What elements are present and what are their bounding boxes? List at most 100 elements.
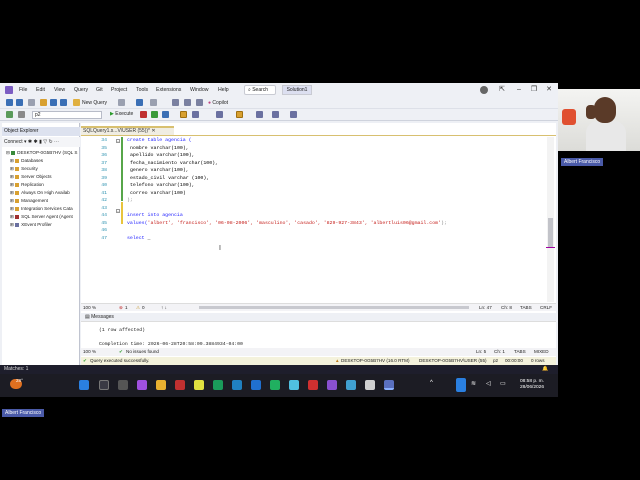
database-select[interactable]: p2 — [32, 111, 102, 119]
query-tab[interactable]: SQLQuery1.s...V\USER (55))* ✕ — [81, 126, 174, 135]
connect-button[interactable]: Connect — [4, 139, 23, 145]
toggle-results-icon[interactable] — [236, 111, 243, 118]
app3-icon[interactable] — [365, 380, 375, 390]
code-line[interactable]: telefono varchar(100), — [130, 183, 195, 188]
warning-icon[interactable]: ⚠ — [136, 304, 140, 311]
zoom-select[interactable]: 100 % — [83, 304, 96, 311]
start-icon[interactable] — [79, 380, 89, 390]
notepad-icon[interactable] — [346, 380, 356, 390]
menu-query[interactable]: Query — [74, 87, 88, 93]
close-icon[interactable]: ✕ — [542, 85, 556, 95]
menu-extensions[interactable]: Extensions — [156, 87, 181, 93]
account-avatar-icon[interactable] — [480, 86, 488, 94]
save-icon[interactable] — [50, 99, 57, 106]
editor-scroll-thumb[interactable] — [548, 218, 553, 248]
tree-node-databases[interactable]: ⊞ Databases — [10, 158, 43, 164]
battery-icon[interactable]: ▭ — [500, 380, 506, 387]
network-app-icon[interactable] — [232, 380, 242, 390]
menu-window[interactable]: Window — [190, 87, 208, 93]
code-line[interactable]: estado_civil varchar (100), — [130, 176, 209, 181]
code-line[interactable]: correo varchar(100) — [130, 191, 186, 196]
minimize-icon[interactable]: – — [512, 85, 526, 95]
tree-node-always-on[interactable]: ⊞ Always On High Availab — [10, 190, 70, 196]
menu-git[interactable]: Git — [96, 87, 103, 93]
menu-file[interactable]: File — [19, 87, 27, 93]
maximize-icon[interactable]: ❐ — [527, 85, 541, 95]
fold-toggle-icon[interactable]: − — [116, 209, 120, 213]
task-view-icon[interactable] — [118, 380, 128, 390]
parse-icon[interactable] — [151, 111, 158, 118]
tree-node-xevent[interactable]: ⊞ XEvent Profiler — [10, 222, 52, 228]
vscode-icon[interactable] — [251, 380, 261, 390]
menu-help[interactable]: Help — [218, 87, 229, 93]
code-line[interactable]: insert into agencia — [127, 213, 183, 218]
cancel-icon[interactable] — [140, 111, 147, 118]
code-line[interactable]: select _ — [127, 236, 150, 241]
tree-node-integration-services[interactable]: ⊞ Integration Services Cata — [10, 206, 73, 212]
app2-icon[interactable] — [289, 380, 299, 390]
ssms-taskbar-icon[interactable] — [384, 380, 394, 390]
tree-node-sql-agent[interactable]: ⊞ SQL Server Agent (Agent — [10, 214, 73, 220]
notification-icon[interactable]: 🔔 — [542, 365, 548, 374]
solution-explorer-icon[interactable] — [196, 99, 203, 106]
mic-active-icon[interactable] — [456, 378, 466, 392]
horizontal-scrollbar[interactable] — [199, 306, 469, 309]
fold-toggle-icon[interactable]: − — [116, 139, 120, 143]
back-icon[interactable] — [6, 99, 13, 106]
specify-values-icon[interactable] — [290, 111, 297, 118]
connect-icon[interactable] — [6, 111, 13, 118]
code-line[interactable]: ); — [127, 198, 133, 203]
tree-node-management[interactable]: ⊞ Management — [10, 198, 48, 204]
whatsapp-icon[interactable] — [270, 380, 280, 390]
visual-studio-icon[interactable] — [327, 380, 337, 390]
code-line[interactable]: nombre varchar(100), — [130, 146, 189, 151]
search-box[interactable]: ⌕ Search — [244, 85, 276, 95]
new-icon[interactable] — [28, 99, 35, 106]
nav-arrows[interactable]: ↑ ↓ — [161, 304, 167, 311]
toolbox-icon[interactable] — [184, 99, 191, 106]
app-icon[interactable] — [194, 380, 204, 390]
edge-icon[interactable] — [213, 380, 223, 390]
new-query-icon[interactable] — [73, 99, 80, 106]
menu-tools[interactable]: Tools — [136, 87, 148, 93]
copilot-button[interactable]: ● Copilot — [208, 100, 228, 106]
undo-icon[interactable] — [136, 99, 143, 106]
properties-icon[interactable] — [172, 99, 179, 106]
results-to-text-icon[interactable] — [192, 111, 199, 118]
redo-icon[interactable] — [150, 99, 157, 106]
results-to-grid-icon[interactable] — [180, 111, 187, 118]
code-line[interactable]: apellido varchar(100), — [130, 153, 195, 158]
code-line[interactable]: fecha_nacimiento varchar(100), — [130, 161, 218, 166]
tree-node-server-objects[interactable]: ⊞ Server Objects — [10, 174, 52, 180]
results-zoom[interactable]: 100 % — [83, 348, 96, 356]
error-icon[interactable]: ⊗ — [119, 304, 123, 311]
tree-server[interactable]: ⊟ DESKTOP-0G5B7HV (SQL S — [6, 150, 77, 156]
menu-view[interactable]: View — [54, 87, 65, 93]
menu-project[interactable]: Project — [111, 87, 127, 93]
save-all-icon[interactable] — [60, 99, 67, 106]
query-icon[interactable] — [118, 99, 125, 106]
oe-toolbar-icons[interactable]: ▾ ✱ ✱ ▮ ▽ ↻ ⋯ — [24, 139, 59, 145]
indent-icon[interactable] — [256, 111, 263, 118]
execute-button[interactable]: ▶ Execute — [110, 111, 133, 117]
open-icon[interactable] — [40, 99, 47, 106]
tab-close-icon[interactable]: ✕ — [151, 128, 155, 134]
forward-icon[interactable] — [16, 99, 23, 106]
code-line[interactable]: genero varchar(100), — [130, 168, 189, 173]
tree-node-replication[interactable]: ⊞ Replication — [10, 182, 44, 188]
messages-tab[interactable]: ▤ Messages — [85, 314, 114, 320]
opera-icon[interactable] — [308, 380, 318, 390]
menu-edit[interactable]: Edit — [36, 87, 45, 93]
new-query-button[interactable]: New Query — [82, 100, 107, 106]
clock[interactable]: 08:58 p. m. 28/06/2026 — [520, 379, 544, 391]
change-connection-icon[interactable] — [18, 111, 25, 118]
wps-icon[interactable] — [175, 380, 185, 390]
volume-icon[interactable]: ◁ — [486, 380, 491, 387]
code-line[interactable]: create table agencia ( — [127, 138, 192, 143]
feedback-icon[interactable]: ⇱ — [495, 85, 509, 95]
outdent-icon[interactable] — [272, 111, 279, 118]
tray-chevron-icon[interactable]: ^ — [430, 380, 433, 386]
solution-name[interactable]: Solution1 — [282, 85, 312, 95]
file-explorer-icon[interactable] — [156, 380, 166, 390]
copilot-taskbar-icon[interactable] — [137, 380, 147, 390]
